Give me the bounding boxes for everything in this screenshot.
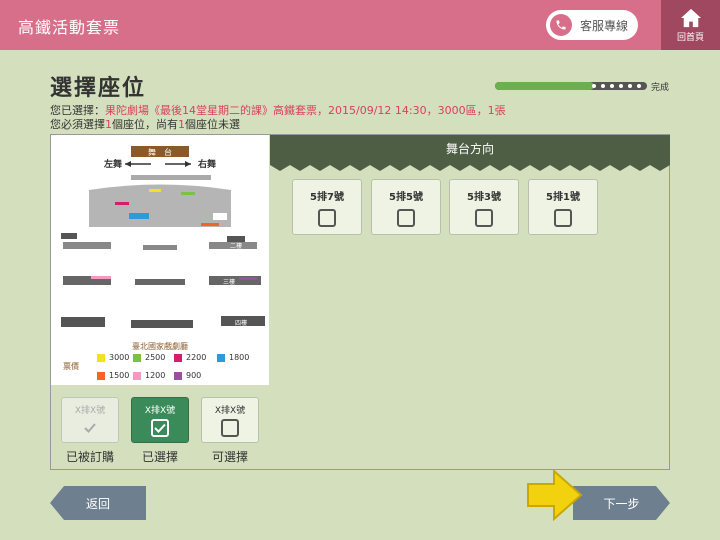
progress-fill [495,82,594,90]
seat-map-diagram: 舞 台 左舞 右舞 二樓 三樓 四樓 [61,146,265,328]
stage-label: 舞 台 [148,147,172,157]
home-button[interactable]: 回首頁 [661,0,720,50]
next-button[interactable]: 下一步 [573,486,670,520]
stage-edge-decoration [270,163,670,171]
price-legend-item: 2200 [174,353,206,362]
seat-label: 5排7號 [310,192,344,203]
right-stage-label: 右舞 [197,158,216,170]
price-swatch [97,353,105,362]
instruction-mid: 個座位，尚有 [112,118,178,131]
phone-icon [550,14,572,36]
instruction-required: 1 [105,118,112,131]
seat-button[interactable]: 5排1號 [528,179,598,235]
left-stage-label: 左舞 [103,158,122,170]
checkbox-checked-icon [151,419,169,437]
stage-direction-header: 舞台方向 [270,135,670,165]
checkbox-empty-icon [221,419,239,437]
customer-service-button[interactable]: 客服專線 [546,10,638,40]
seat-checkbox[interactable] [397,209,415,227]
progress-dots [592,84,641,88]
price-swatch [174,353,182,362]
progress-indicator: 完成 [495,80,670,93]
legend-selected: X排X號 [131,397,189,443]
seat-button[interactable]: 5排7號 [292,179,362,235]
price-legend-item: 1200 [133,371,165,380]
check-mark-icon [81,419,99,437]
price-legend-item: 3000 [97,353,129,362]
price-swatch [217,353,225,362]
floor-4-label: 四樓 [235,319,247,327]
back-button[interactable]: 返回 [50,486,146,520]
instruction-suffix: 個座位未選 [185,118,240,131]
price-legend-item: 2500 [133,353,165,362]
venue-name: 臺北國家戲劇廳 [132,342,188,351]
top-bar: 高鐵活動套票 客服專線 回首頁 [0,0,720,50]
seat-checkbox[interactable] [318,209,336,227]
legend-booked-caption: 已被訂購 [65,450,114,464]
legend-available-caption: 可選擇 [211,450,248,464]
home-icon [680,8,701,27]
floor-3-label: 三樓 [223,278,235,286]
page-title: 選擇座位 [50,76,147,101]
seat-button[interactable]: 5排5號 [371,179,441,235]
home-label: 回首頁 [676,32,704,43]
seat-button[interactable]: 5排3號 [449,179,519,235]
price-legend-label: 票價 [63,362,79,371]
seat-label: 5排1號 [546,192,580,203]
legend-available-label: X排X號 [214,406,246,416]
seat-instruction: 您必須選擇1個座位，尚有1個座位未選 [50,116,240,132]
legend-available: X排X號 [201,397,259,443]
seat-checkbox[interactable] [475,209,493,227]
price-legend-item: 1500 [97,371,129,380]
floor-2-label: 二樓 [230,242,242,250]
price-swatch [133,371,141,380]
progress-track [495,82,647,90]
progress-label: 完成 [651,82,670,93]
seat-checkbox[interactable] [554,209,572,227]
legend-selected-caption: 已選擇 [141,450,178,464]
price-legend-item: 1800 [217,353,249,362]
seat-map: 舞 台 左舞 右舞 二樓 三樓 四樓 臺北國家戲劇廳 票價 3000 2500 … [51,135,269,385]
instruction-remaining: 1 [178,118,185,131]
customer-service-label: 客服專線 [580,18,629,33]
price-swatch [97,371,105,380]
seat-selection-panel: 舞 台 左舞 右舞 二樓 三樓 四樓 臺北國家戲劇廳 票價 3000 2500 … [50,134,670,470]
app-title: 高鐵活動套票 [18,18,121,37]
legend-booked-label: X排X號 [74,406,106,416]
instruction-prefix: 您必須選擇 [50,118,105,131]
price-swatch [133,353,141,362]
price-swatch [174,371,182,380]
legend-selected-label: X排X號 [144,406,176,416]
next-hint-arrow-icon [527,468,583,522]
price-legend-item: 900 [174,371,201,380]
seat-label: 5排3號 [467,192,501,203]
legend-booked: X排X號 [61,397,119,443]
seat-label: 5排5號 [389,192,423,203]
